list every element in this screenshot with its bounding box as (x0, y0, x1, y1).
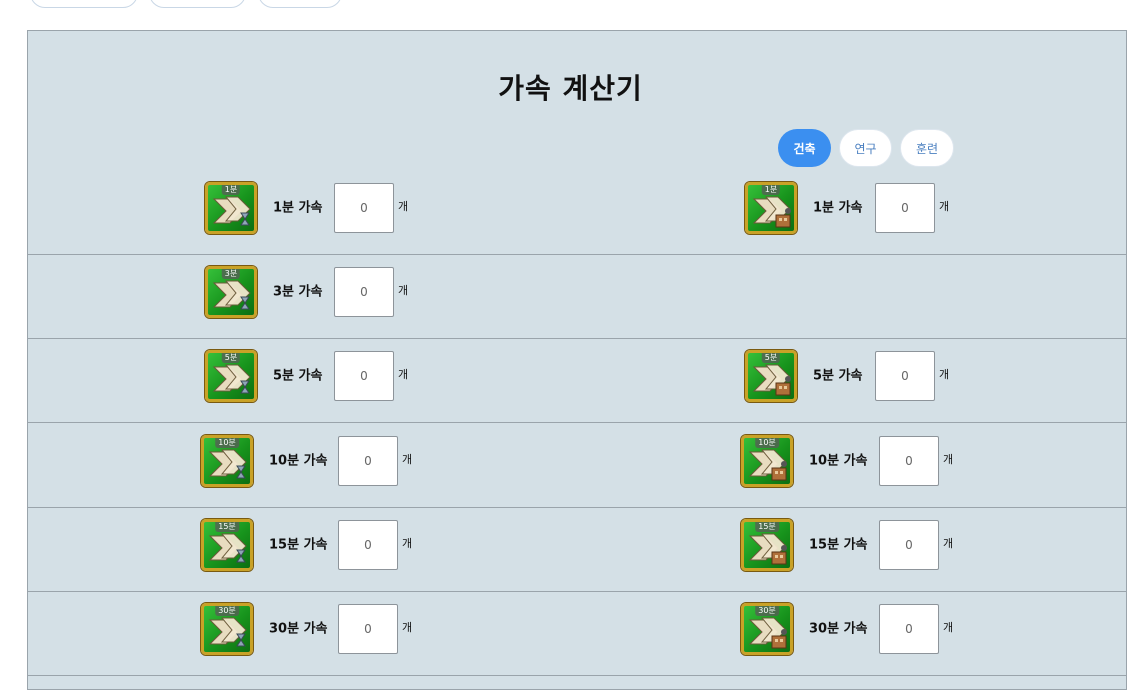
icon-badge: 10분 (755, 438, 779, 448)
speedup-hourglass-icon: 10분 (201, 435, 253, 487)
icon-badge: 30분 (755, 606, 779, 616)
tab-construction[interactable]: 건축 (778, 129, 831, 167)
unit-label: 개 (402, 537, 413, 550)
icon-badge: 5분 (761, 353, 781, 363)
row-divider (27, 422, 1127, 423)
speedup-label: 5분 가속 (273, 368, 323, 384)
speedup-label: 3분 가속 (273, 284, 323, 300)
top-nav-pill-1[interactable] (30, 0, 138, 8)
speedup-label: 30분 가속 (269, 621, 328, 637)
top-nav-pill-3[interactable] (258, 0, 342, 8)
icon-badge: 30분 (215, 606, 239, 616)
unit-label: 개 (939, 368, 950, 381)
speedup-building-icon: 5분 (745, 350, 797, 402)
icon-badge: 15분 (755, 522, 779, 532)
unit-label: 개 (943, 453, 954, 466)
speedup-count-input[interactable] (875, 183, 935, 233)
unit-label: 개 (398, 368, 409, 381)
speedup-hourglass-icon: 5분 (205, 350, 257, 402)
speedup-hourglass-icon: 15분 (201, 519, 253, 571)
icon-badge: 1분 (761, 185, 781, 195)
row-divider (27, 507, 1127, 508)
speedup-label: 1분 가속 (813, 200, 863, 216)
speedup-building-icon: 15분 (741, 519, 793, 571)
unit-label: 개 (402, 621, 413, 634)
speedup-hourglass-icon: 30분 (201, 603, 253, 655)
icon-badge: 5분 (221, 353, 241, 363)
top-nav-pill-2[interactable] (149, 0, 246, 8)
speedup-label: 10분 가속 (269, 453, 328, 469)
unit-label: 개 (943, 621, 954, 634)
speedup-count-input[interactable] (334, 351, 394, 401)
speedup-label: 15분 가속 (269, 537, 328, 553)
speedup-count-input[interactable] (334, 267, 394, 317)
tab-research[interactable]: 연구 (839, 129, 892, 167)
row-divider (27, 591, 1127, 592)
speedup-count-input[interactable] (879, 436, 939, 486)
row-divider (27, 675, 1127, 676)
speedup-count-input[interactable] (879, 520, 939, 570)
speedup-building-icon: 30분 (741, 603, 793, 655)
icon-badge: 1분 (221, 185, 241, 195)
speedup-hourglass-icon: 3분 (205, 266, 257, 318)
speedup-count-input[interactable] (875, 351, 935, 401)
unit-label: 개 (943, 537, 954, 550)
row-divider (27, 338, 1127, 339)
speedup-hourglass-icon: 1분 (205, 182, 257, 234)
speedup-label: 5분 가속 (813, 368, 863, 384)
unit-label: 개 (939, 200, 950, 213)
page-title: 가속 계산기 (498, 72, 643, 105)
speedup-label: 30분 가속 (809, 621, 868, 637)
speedup-count-input[interactable] (879, 604, 939, 654)
speedup-count-input[interactable] (338, 520, 398, 570)
icon-badge: 3분 (221, 269, 241, 279)
unit-label: 개 (402, 453, 413, 466)
speedup-building-icon: 1분 (745, 182, 797, 234)
speedup-count-input[interactable] (338, 604, 398, 654)
speedup-label: 15분 가속 (809, 537, 868, 553)
speedup-count-input[interactable] (334, 183, 394, 233)
speedup-label: 10분 가속 (809, 453, 868, 469)
unit-label: 개 (398, 284, 409, 297)
unit-label: 개 (398, 200, 409, 213)
icon-badge: 10분 (215, 438, 239, 448)
speedup-building-icon: 10분 (741, 435, 793, 487)
tab-training[interactable]: 훈련 (900, 129, 954, 167)
speedup-label: 1분 가속 (273, 200, 323, 216)
icon-badge: 15분 (215, 522, 239, 532)
row-divider (27, 254, 1127, 255)
speedup-count-input[interactable] (338, 436, 398, 486)
